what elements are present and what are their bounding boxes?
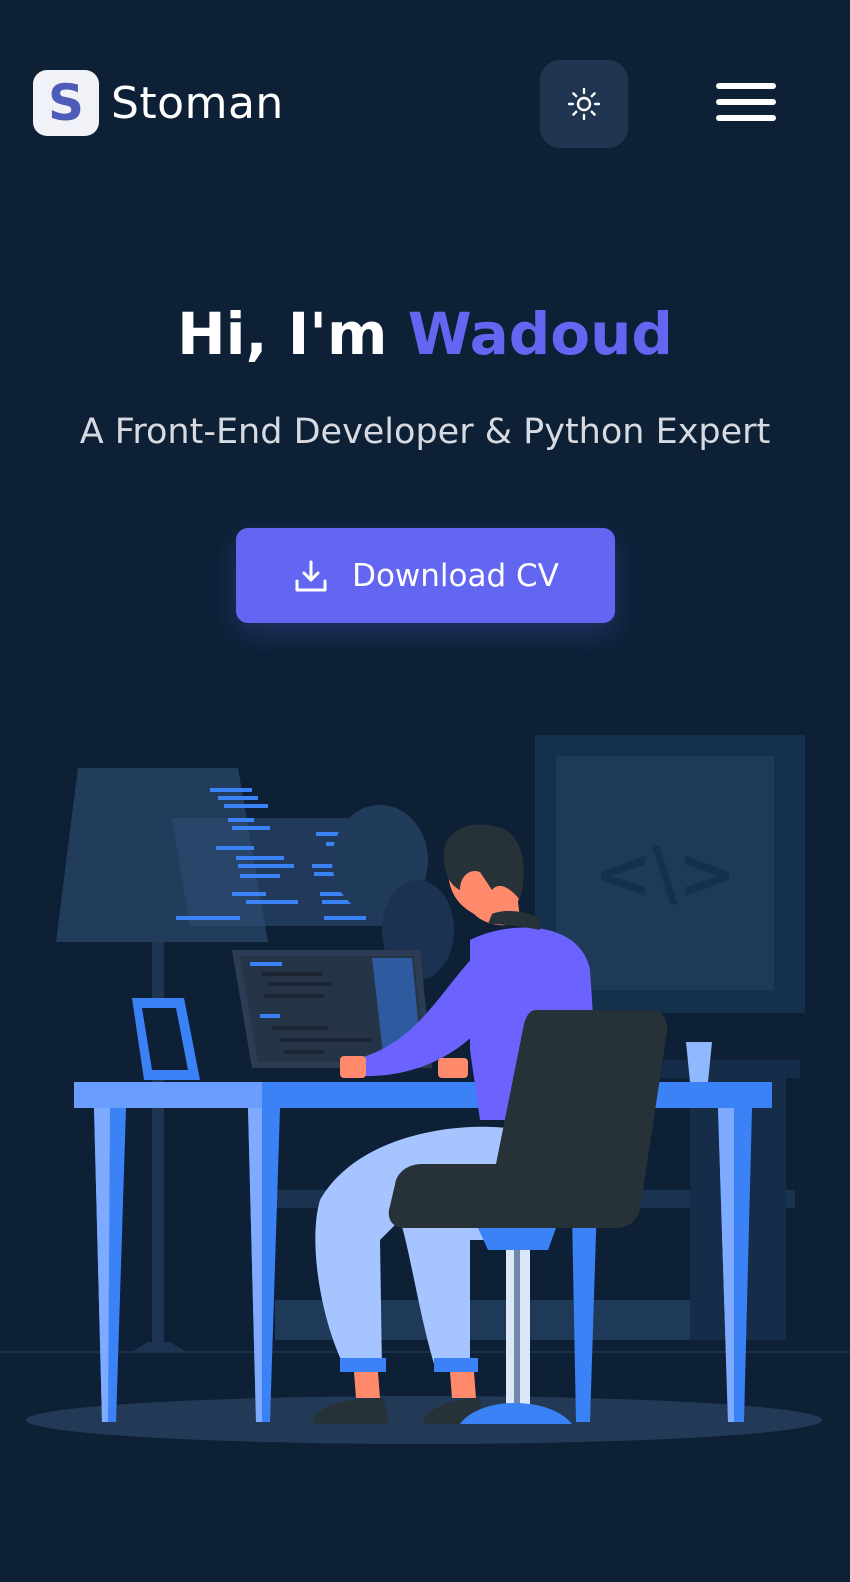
download-cv-button[interactable]: Download CV [236,528,615,623]
download-icon [295,560,327,591]
download-cv-label: Download CV [352,557,559,594]
page: S Stoman Hi, I'm Wadoud A Front-End Deve… [0,0,850,1582]
code-symbol: <\> [594,833,737,915]
brand-name: Stoman [111,77,284,129]
hero-greeting: Hi, I'm [177,300,408,368]
logo-mark: S [33,70,99,136]
hamburger-menu-icon [716,83,776,121]
sun-icon [567,87,601,121]
developer-at-desk-illustration: <\> [0,735,850,1444]
hero-name: Wadoud [407,300,673,368]
brand-logo[interactable]: S Stoman [33,70,284,136]
hero-subtitle: A Front-End Developer & Python Expert [79,412,771,452]
theme-toggle-button[interactable] [540,60,628,148]
menu-button[interactable] [714,76,778,128]
hero-title: Hi, I'm Wadoud [0,300,850,368]
